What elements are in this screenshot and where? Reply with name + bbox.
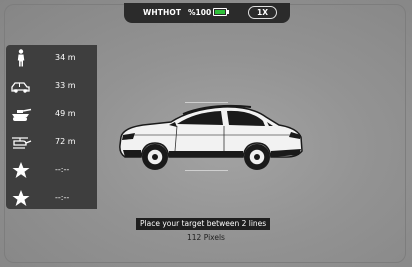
tank-icon [12,108,32,121]
target-row-person[interactable]: 34 m [6,45,97,72]
star-icon [12,190,30,206]
target-row-car[interactable]: 33 m [6,73,97,100]
battery-tip [227,10,229,14]
target-distance: 72 m [55,137,76,146]
star-icon [12,162,30,178]
target-row-tank[interactable]: 49 m [6,101,97,128]
target-distance: 34 m [55,53,76,62]
car-icon [11,82,30,93]
battery-percent: %100 [188,8,212,17]
target-row-custom-1[interactable]: --:-- [6,157,97,184]
target-distance: --:-- [55,165,70,174]
target-row-helicopter[interactable]: 72 m [6,129,97,156]
target-row-custom-2[interactable]: --:-- [6,185,97,212]
target-distance: --:-- [55,193,70,202]
battery-icon [213,8,227,16]
helicopter-icon [12,137,32,149]
target-hint: Place your target between 2 lines [136,218,271,230]
person-icon [17,49,25,67]
palette-mode[interactable]: WHTHOT [143,8,181,17]
zoom-button[interactable]: 1X [248,6,277,19]
target-distance: 49 m [55,109,76,118]
pixel-count: 112 Pixels [187,233,225,242]
target-distance: 33 m [55,81,76,90]
target-distance-panel: 34 m 33 m 49 m 72 m --:-- --:-- [6,45,97,209]
target-car-image [119,104,303,170]
status-bar: WHTHOT %100 1X [124,3,290,23]
